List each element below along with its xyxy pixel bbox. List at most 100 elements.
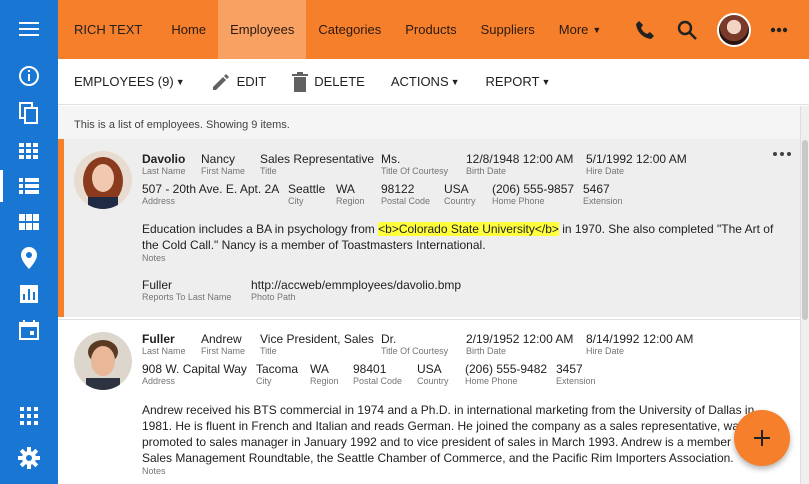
search-icon[interactable] (675, 18, 699, 42)
home-phone-value: (206) 555-9857 (492, 182, 575, 196)
scrollbar[interactable] (800, 106, 809, 484)
field-last-name: Davolio Last Name (142, 152, 186, 177)
list-icon[interactable] (0, 170, 41, 202)
employees-dropdown[interactable]: EMPLOYEES (9) ▼ (74, 74, 185, 89)
phone-icon[interactable] (633, 18, 657, 42)
nav-products[interactable]: Products (393, 0, 468, 59)
employee-card[interactable]: Davolio Last Name Nancy First Name Sales R… (58, 139, 800, 317)
hire-date-label: Hire Date (586, 346, 625, 356)
address-label: Address (142, 196, 176, 206)
birth-date-value: 2/19/1952 12:00 AM (466, 332, 574, 346)
menu-icon[interactable] (17, 17, 41, 41)
add-button[interactable] (734, 410, 790, 466)
home-phone-value: (206) 555-9482 (465, 362, 548, 376)
last-name-label: Last Name (142, 346, 186, 356)
nav-suppliers[interactable]: Suppliers (469, 0, 547, 59)
employee-card[interactable]: Fuller Last Name Andrew First Name Vice Pr… (58, 319, 800, 484)
field-country: USA Country (417, 362, 449, 387)
caret-down-icon: ▼ (175, 76, 185, 87)
extension-label: Extension (583, 196, 623, 206)
field-country: USA Country (444, 182, 476, 207)
caret-down-icon: ▼ (592, 24, 602, 35)
region-value: WA (336, 182, 355, 196)
report-dropdown[interactable]: REPORT ▼ (486, 74, 551, 89)
field-birth-date: 12/8/1948 12:00 AM Birth Date (466, 152, 573, 177)
field-extension: 5467 Extension (583, 182, 623, 207)
nav-home[interactable]: Home (159, 0, 218, 59)
country-label: Country (417, 376, 449, 386)
first-name-value: Nancy (201, 152, 236, 166)
address-value: 908 W. Capital Way (142, 362, 247, 376)
photo-path-value: http://accweb/emmployees/davolio.bmp (251, 278, 462, 292)
more-vert-icon[interactable] (767, 18, 791, 42)
info-icon[interactable] (17, 64, 41, 88)
title-label: Title (260, 346, 277, 356)
photo-path-label: Photo Path (251, 292, 296, 302)
country-label: Country (444, 196, 476, 206)
first-name-value: Andrew (201, 332, 242, 346)
field-title: Sales Representative Title (260, 152, 374, 177)
nav-employees[interactable]: Employees (218, 0, 307, 59)
field-postal-code: 98401 Postal Code (353, 362, 402, 387)
field-notes: Notes (142, 466, 166, 477)
field-first-name: Nancy First Name (201, 152, 245, 177)
app-bar: RICH TEXT Home Employees Categories Prod… (58, 0, 809, 59)
edit-button-label: EDIT (236, 74, 267, 89)
pencil-icon (212, 73, 229, 90)
actions-dropdown[interactable]: ACTIONS ▼ (391, 74, 460, 89)
notes-text: Andrew received his BTS commercial in 19… (142, 403, 765, 465)
extension-value: 3457 (556, 362, 583, 376)
chart-icon[interactable] (17, 282, 41, 306)
field-reports-to: Fuller Reports To Last Name (142, 278, 231, 303)
side-rail (0, 0, 58, 484)
employee-list: Davolio Last Name Nancy First Name Sales R… (58, 139, 800, 484)
field-title: Vice President, Sales Title (260, 332, 374, 357)
more-horiz-icon[interactable] (772, 147, 792, 161)
region-label: Region (310, 376, 339, 386)
field-postal-code: 98122 Postal Code (381, 182, 430, 207)
report-dropdown-label: REPORT (485, 74, 540, 89)
home-phone-label: Home Phone (465, 376, 518, 386)
grid-icon[interactable] (17, 139, 41, 163)
first-name-label: First Name (201, 166, 246, 176)
table-icon[interactable] (17, 210, 41, 234)
app-title: RICH TEXT (74, 22, 143, 37)
nav-more[interactable]: More ▼ (547, 0, 614, 59)
first-name-label: First Name (201, 346, 246, 356)
employee-photo (74, 332, 132, 390)
user-avatar[interactable] (717, 12, 751, 47)
field-birth-date: 2/19/1952 12:00 AM Birth Date (466, 332, 573, 357)
extension-value: 5467 (583, 182, 610, 196)
country-value: USA (417, 362, 442, 376)
info-text: This is a list of employees. Showing 9 i… (58, 106, 800, 139)
title-of-courtesy-label: Title Of Courtesy (381, 166, 449, 176)
postal-code-label: Postal Code (381, 196, 431, 206)
settings-icon[interactable] (17, 446, 41, 470)
postal-code-value: 98122 (381, 182, 415, 196)
edit-button[interactable]: EDIT (211, 72, 267, 92)
field-last-name: Fuller Last Name (142, 332, 186, 357)
field-home-phone: (206) 555-9482 Home Phone (465, 362, 547, 387)
delete-button-label: DELETE (314, 74, 365, 89)
calendar-icon[interactable] (17, 318, 41, 342)
last-name-label: Last Name (142, 166, 186, 176)
notes-text: Education includes a BA in psychology fr… (142, 221, 782, 253)
scrollbar-thumb[interactable] (802, 140, 808, 320)
nav-categories[interactable]: Categories (306, 0, 393, 59)
birth-date-label: Birth Date (466, 166, 507, 176)
apps-icon[interactable] (17, 404, 41, 428)
notes-highlight: <b>Colorado State University</b> (378, 222, 559, 236)
delete-button[interactable]: DELETE (292, 71, 365, 92)
copy-icon[interactable] (17, 101, 41, 125)
field-city: Seattle City (288, 182, 325, 207)
extension-label: Extension (556, 376, 596, 386)
field-region: WA Region (310, 362, 339, 387)
field-address: 908 W. Capital Way Address (142, 362, 247, 387)
field-home-phone: (206) 555-9857 Home Phone (492, 182, 574, 207)
last-name-value: Davolio (142, 152, 186, 166)
notes-label: Notes (142, 253, 166, 263)
location-icon[interactable] (17, 246, 41, 270)
country-value: USA (444, 182, 469, 196)
postal-code-value: 98401 (353, 362, 387, 376)
field-first-name: Andrew First Name (201, 332, 245, 357)
